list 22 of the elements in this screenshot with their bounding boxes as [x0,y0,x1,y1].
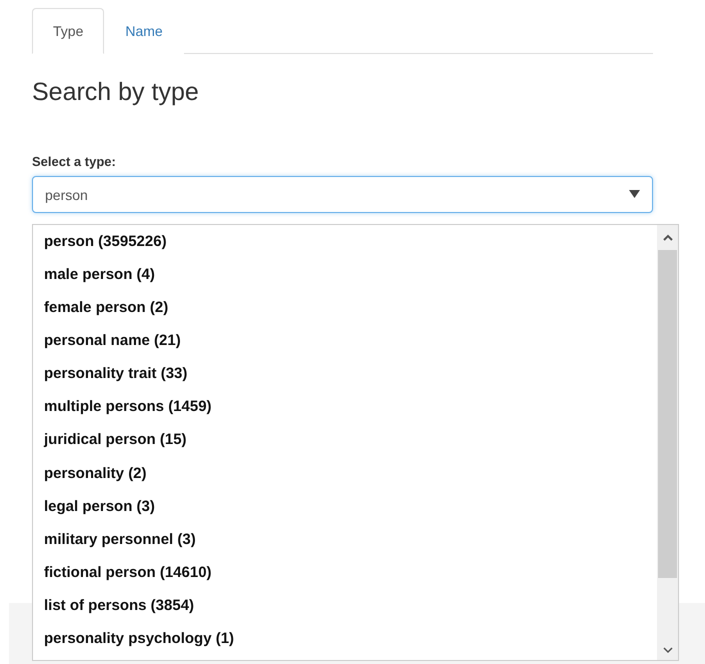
dropdown-option[interactable]: juridical person (15) [33,428,657,462]
field-label: Select a type: [32,154,117,169]
dropdown-option[interactable]: male person (4) [33,263,657,296]
dropdown-option[interactable]: multiple persons (1459) [33,395,657,428]
dropdown-option[interactable]: person (3595226) [33,230,657,264]
page-heading: Search by type [32,77,200,107]
dropdown-option[interactable]: list of persons (3854) [33,594,657,627]
tab[interactable]: Type [32,8,104,54]
scrollbar-thumb[interactable] [658,250,677,578]
scroll-down-icon[interactable] [662,647,672,654]
dropdown-option[interactable]: personality trait (33) [33,362,657,396]
dropdown-option[interactable]: female person (2) [33,296,657,330]
dropdown-option[interactable]: personality psychology (1) [33,626,657,660]
dropdown-option[interactable]: personal name (21) [33,329,657,362]
scrollbar[interactable] [657,225,678,660]
dropdown-option[interactable]: legal person (3) [33,494,657,528]
type-combobox[interactable]: person [32,176,653,213]
dropdown-option[interactable]: military personnel (3) [33,528,657,561]
scroll-up-icon[interactable] [662,234,672,241]
dropdown-option[interactable]: personality (2) [33,462,657,495]
dropdown-caret-icon[interactable] [629,190,640,198]
dropdown-option[interactable]: fictional person (14610) [33,560,657,594]
